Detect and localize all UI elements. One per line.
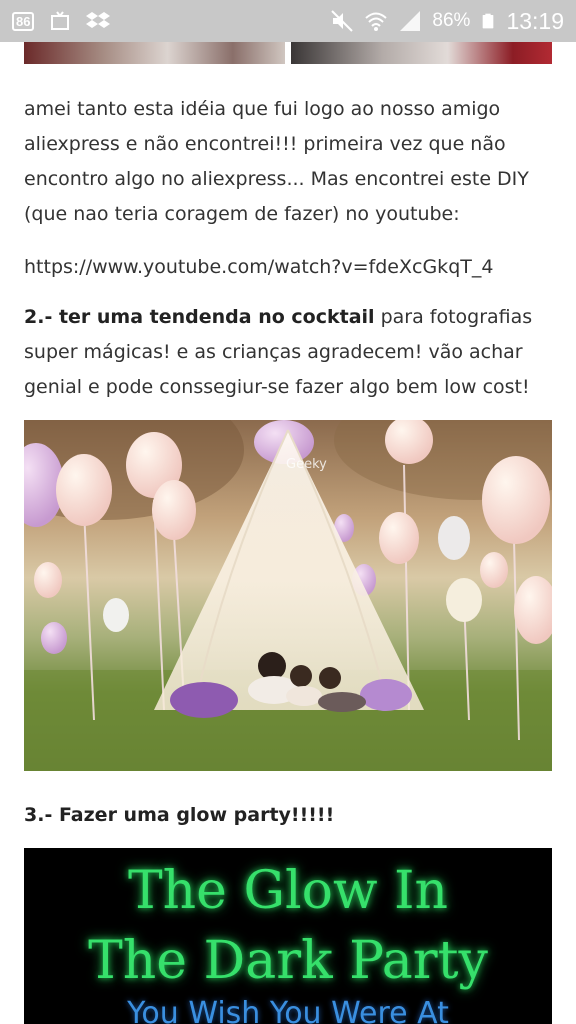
battery-icon — [483, 13, 494, 29]
signal-icon — [400, 11, 421, 31]
youtube-link[interactable]: https://www.youtube.com/watch?v=fdeXcGkq… — [24, 250, 554, 285]
status-bar: 86 86% 13:19 — [0, 0, 576, 42]
previous-photos-strip — [24, 42, 552, 64]
wifi-icon — [365, 12, 388, 31]
glow-party-image[interactable]: The Glow In The Dark Party You Wish You … — [24, 848, 552, 1024]
battery-percent: 86% — [432, 10, 471, 31]
status-bar-left: 86 — [12, 9, 111, 33]
item-2-heading: 2.- ter uma tendenda no cocktail — [24, 306, 375, 328]
photo-right — [291, 42, 552, 64]
item-2-paragraph: 2.- ter uma tendenda no cocktail para fo… — [24, 300, 554, 405]
item-3-heading: 3.- Fazer uma glow party!!!!! — [24, 804, 335, 826]
article-content[interactable]: amei tanto esta idéia que fui logo ao no… — [0, 42, 576, 1024]
photo-watermark: Geeky — [286, 457, 327, 472]
balloon-tent-photo[interactable]: Geeky — [24, 420, 552, 771]
glow-subtitle: You Wish You Were At — [127, 996, 449, 1024]
mute-icon — [331, 10, 354, 32]
clock: 13:19 — [506, 7, 564, 34]
dropbox-icon — [86, 12, 111, 28]
glow-title-line-1: The Glow In — [127, 861, 449, 921]
paragraph-aliexpress: amei tanto esta idéia que fui logo ao no… — [24, 98, 529, 225]
photo-left — [24, 42, 285, 64]
item-3-paragraph: 3.- Fazer uma glow party!!!!! — [24, 798, 554, 833]
status-bar-right: 86% 13:19 — [330, 8, 564, 35]
cast-icon — [51, 11, 70, 30]
notification-count-badge: 86 — [12, 11, 35, 31]
glow-title-line-2: The Dark Party — [88, 931, 488, 991]
balloon-tent-illustration: Geeky — [24, 420, 552, 771]
